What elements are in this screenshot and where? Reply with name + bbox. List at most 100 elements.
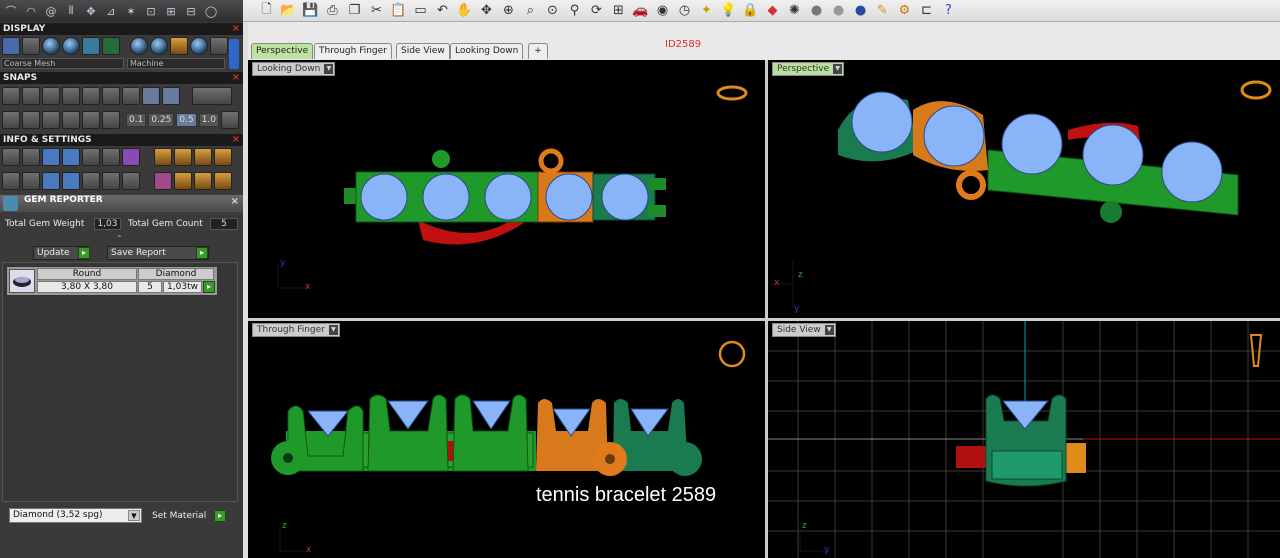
window-icon[interactable]: [22, 172, 40, 190]
macro-8-icon[interactable]: [214, 172, 232, 190]
mesh-select[interactable]: Coarse Mesh: [1, 58, 124, 69]
gem-row-go-icon[interactable]: ▸: [203, 281, 215, 293]
collapse-icon[interactable]: ⌃: [116, 234, 123, 243]
lock-icon[interactable]: 🔒: [741, 2, 760, 19]
pan-icon[interactable]: ✋: [455, 2, 474, 19]
sphere-grey-icon[interactable]: ●: [829, 2, 848, 19]
tab-looking-down[interactable]: Looking Down: [450, 43, 524, 59]
render-sphere-icon[interactable]: [42, 37, 60, 55]
edit-icon[interactable]: [102, 148, 120, 166]
tab-perspective[interactable]: Perspective: [251, 43, 314, 59]
tab-through-finger[interactable]: Through Finger: [314, 43, 392, 59]
snap-box-icon[interactable]: [2, 111, 20, 129]
arc-icon[interactable]: ◠: [22, 2, 40, 20]
chevron-down-icon[interactable]: ▼: [328, 325, 338, 335]
snap-tool-icon[interactable]: [102, 111, 120, 129]
snap-curve-icon[interactable]: [22, 87, 40, 105]
search-icon[interactable]: [22, 148, 40, 166]
save-report-button[interactable]: Save Report: [107, 246, 209, 260]
viewport-label-side-view[interactable]: Side View ▼: [772, 323, 836, 337]
clock-icon[interactable]: ◷: [675, 2, 694, 19]
tab-add[interactable]: +: [528, 43, 548, 59]
car-icon[interactable]: 🚗: [631, 2, 650, 19]
box-icon[interactable]: [62, 148, 80, 166]
macro-6-icon[interactable]: [174, 172, 192, 190]
curve-icon[interactable]: ⌒: [2, 2, 20, 20]
undo-icon[interactable]: ↶: [433, 2, 452, 19]
update-go-icon[interactable]: ▸: [78, 247, 90, 259]
snap-value-1[interactable]: 0.25: [148, 113, 175, 127]
list-icon[interactable]: [122, 172, 140, 190]
part-icon[interactable]: [62, 172, 80, 190]
close-icon[interactable]: ×: [232, 23, 240, 35]
profile-icon[interactable]: ⊿: [102, 2, 120, 20]
cut-icon[interactable]: ✂: [367, 2, 386, 19]
move-icon[interactable]: ✥: [82, 2, 100, 20]
mirror-icon[interactable]: ⊟: [182, 2, 200, 20]
new-icon[interactable]: 🗋: [257, 2, 276, 19]
columns-icon[interactable]: ⫴: [62, 2, 80, 20]
spiral-icon[interactable]: @: [42, 2, 60, 20]
zoom-window-icon[interactable]: ⌕: [521, 2, 540, 19]
viewport-through-finger[interactable]: Through Finger ▼ x z: [248, 321, 765, 558]
silver-icon[interactable]: [210, 37, 228, 55]
snap-value-2[interactable]: 0.5: [176, 113, 197, 127]
snap-end-icon[interactable]: [82, 87, 100, 105]
pen-icon[interactable]: ✎: [873, 2, 892, 19]
viewport-perspective[interactable]: Perspective ▼ x z y: [768, 60, 1280, 318]
sphere-3-icon[interactable]: [190, 37, 208, 55]
viewport-label-through-finger[interactable]: Through Finger ▼: [252, 323, 340, 337]
sphere-2-icon[interactable]: [150, 37, 168, 55]
tree-icon[interactable]: ⊏: [917, 2, 936, 19]
snap-mid-icon[interactable]: [102, 87, 120, 105]
snap-grid-icon[interactable]: [2, 87, 20, 105]
viewport-divider-horizontal[interactable]: [248, 318, 1280, 321]
save-report-go-icon[interactable]: ▸: [196, 247, 208, 259]
chevron-down-icon[interactable]: ▼: [833, 64, 843, 74]
viewport-label-looking-down[interactable]: Looking Down ▼: [252, 62, 336, 76]
material-icon[interactable]: ◆: [763, 2, 782, 19]
snap-line-icon[interactable]: [162, 87, 180, 105]
viewport-side-view[interactable]: Side View ▼ y z: [768, 321, 1280, 558]
zoom-in-icon[interactable]: ⊕: [499, 2, 518, 19]
snap-diamond-icon[interactable]: [82, 111, 100, 129]
object-icon[interactable]: [42, 172, 60, 190]
material-green-icon[interactable]: [102, 37, 120, 55]
set-material-go-icon[interactable]: ▸: [214, 510, 226, 522]
snap-plus-icon[interactable]: [42, 87, 60, 105]
snap-grid-toggle-icon[interactable]: [221, 111, 240, 129]
viewport-label-perspective[interactable]: Perspective ▼: [772, 62, 845, 76]
eye-icon[interactable]: ◉: [653, 2, 672, 19]
print-icon[interactable]: ⎙: [323, 2, 342, 19]
snap-point-icon[interactable]: [142, 87, 160, 105]
chevron-down-icon[interactable]: ▼: [324, 64, 334, 74]
snap-cube-icon[interactable]: [22, 111, 40, 129]
close-icon[interactable]: ×: [232, 72, 240, 84]
grid-icon[interactable]: ⊞: [162, 2, 180, 20]
macro-7-icon[interactable]: [194, 172, 212, 190]
cube-icon[interactable]: [82, 37, 100, 55]
snap-value-3[interactable]: 1.0: [198, 113, 220, 127]
macro-4-icon[interactable]: [214, 148, 232, 166]
display-side-button[interactable]: [229, 39, 239, 69]
filter-icon[interactable]: [82, 172, 100, 190]
viewport-looking-down[interactable]: Looking Down ▼ x y: [248, 60, 765, 318]
gold-icon[interactable]: [170, 37, 188, 55]
chevron-down-icon[interactable]: ▼: [824, 325, 834, 335]
copy-icon[interactable]: ❐: [345, 2, 364, 19]
snap-center-icon[interactable]: [122, 87, 140, 105]
chevron-down-icon[interactable]: ▼: [128, 510, 140, 521]
bulb-icon[interactable]: 💡: [719, 2, 738, 19]
wireframe-icon[interactable]: [2, 37, 20, 55]
snap-pen-icon[interactable]: [42, 111, 60, 129]
macro-2-icon[interactable]: [174, 148, 192, 166]
doc-icon[interactable]: [82, 148, 100, 166]
zoom-extents-icon[interactable]: ⊙: [543, 2, 562, 19]
save-icon[interactable]: 💾: [301, 2, 320, 19]
gem-table-row[interactable]: Round Diamond 3,80 X 3,80 5 1,03tw ▸: [6, 266, 218, 296]
paste-icon[interactable]: 📋: [389, 2, 408, 19]
gem-sphere-icon[interactable]: [62, 37, 80, 55]
grid-icon[interactable]: ⊞: [609, 2, 628, 19]
snap-value-0[interactable]: 0.1: [126, 113, 147, 127]
sphere-icon[interactable]: ●: [807, 2, 826, 19]
